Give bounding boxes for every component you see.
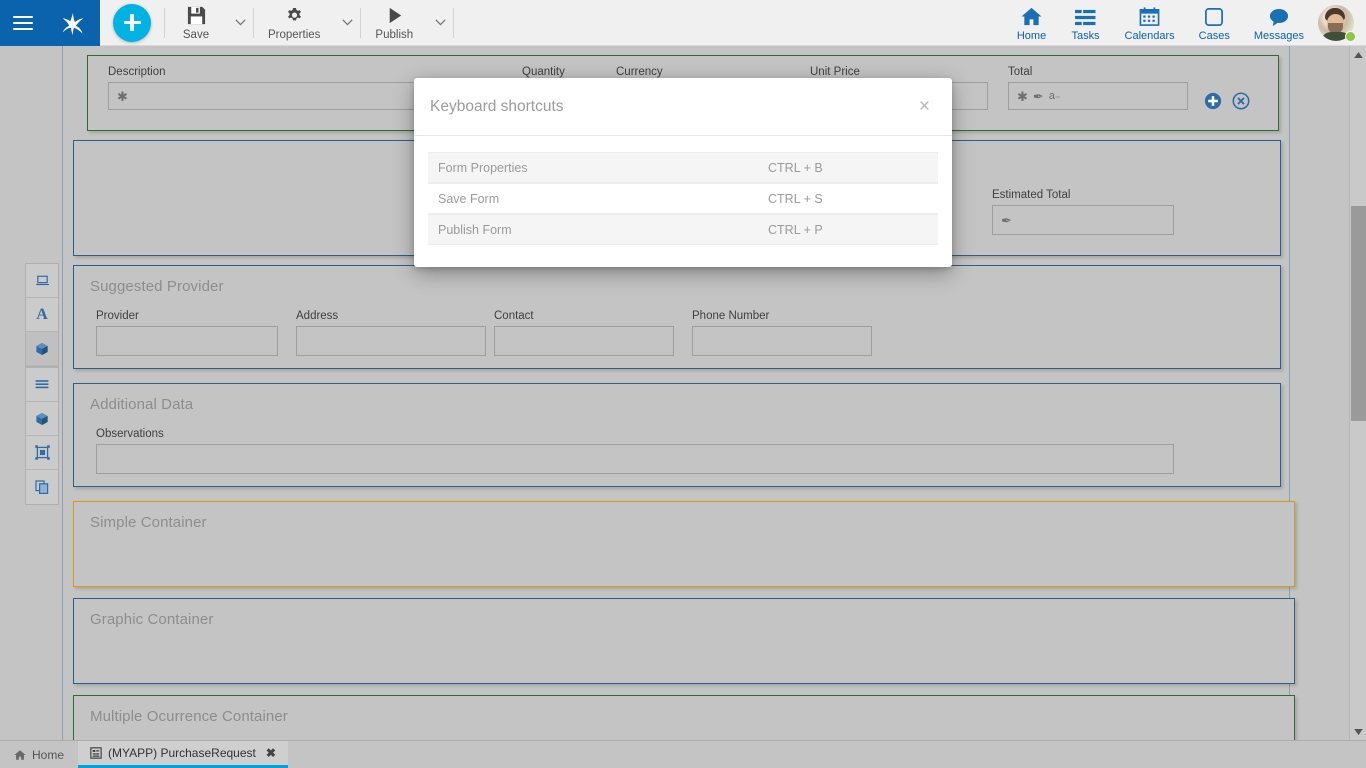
keyboard-shortcuts-dialog: Keyboard shortcuts × Form Properties CTR… [414, 78, 952, 267]
close-icon[interactable]: × [915, 95, 934, 118]
shortcut-name: Save Form [438, 191, 500, 206]
dialog-header: Keyboard shortcuts × [414, 78, 952, 136]
shortcut-row: Form Properties CTRL + B [428, 152, 938, 183]
modal-overlay: Keyboard shortcuts × Form Properties CTR… [0, 0, 1366, 768]
shortcut-keys: CTRL + B [768, 160, 823, 175]
shortcut-name: Publish Form [438, 222, 512, 237]
shortcut-row: Publish Form CTRL + P [428, 214, 938, 245]
shortcut-name: Form Properties [438, 160, 528, 175]
dialog-title: Keyboard shortcuts [430, 97, 564, 115]
shortcut-keys: CTRL + P [768, 222, 823, 237]
shortcut-row: Save Form CTRL + S [428, 183, 938, 214]
dialog-body: Form Properties CTRL + B Save Form CTRL … [414, 136, 952, 267]
application-window: Description ✱ Quantity Currency Unit Pri… [0, 0, 1366, 768]
shortcut-keys: CTRL + S [768, 191, 823, 206]
